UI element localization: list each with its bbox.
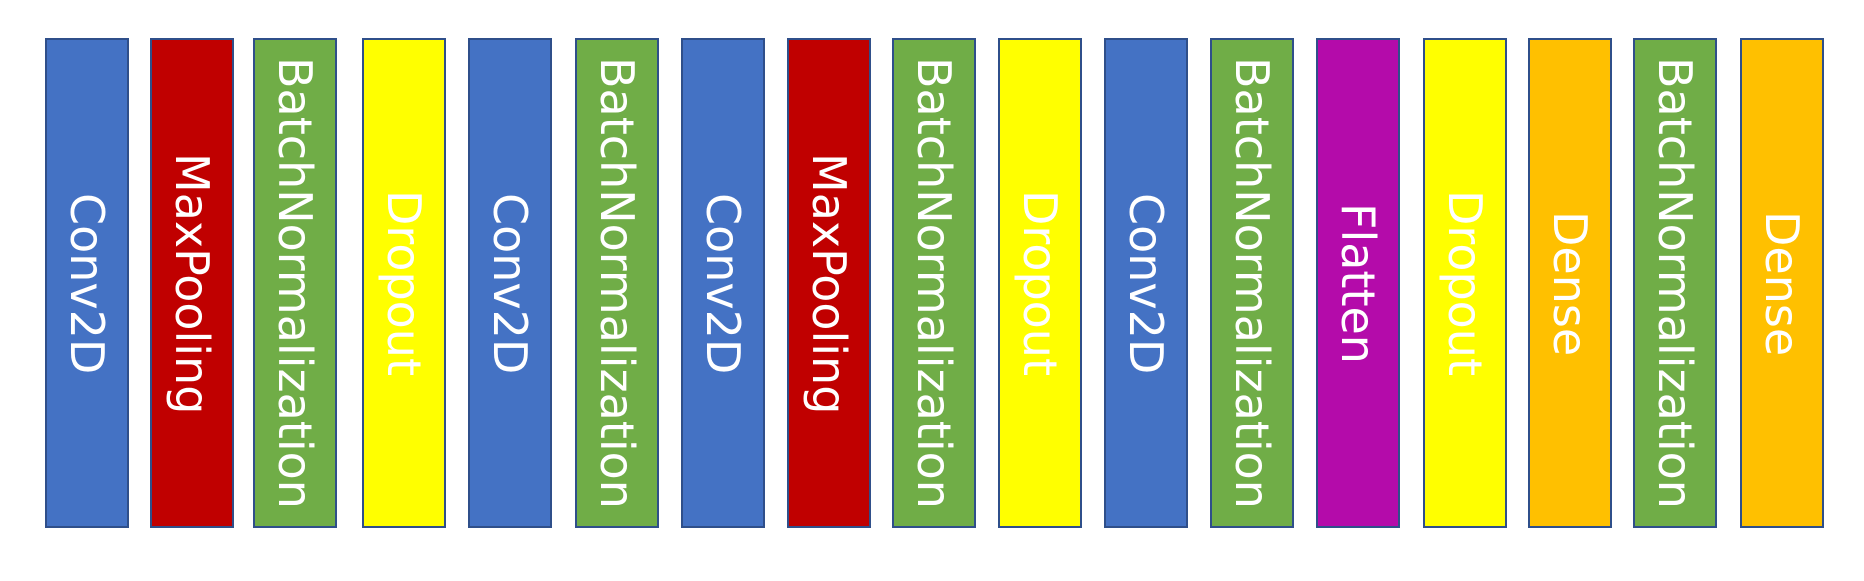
- layer-label: BatchNormalization: [268, 57, 322, 509]
- layer-label: BatchNormalization: [907, 57, 961, 509]
- layer-label: Conv2D: [1119, 192, 1173, 374]
- layer-block-3: BatchNormalization: [253, 38, 337, 528]
- layer-label: MaxPooling: [165, 152, 219, 414]
- layer-block-17: Dense: [1740, 38, 1824, 528]
- layer-label: Dense: [1543, 210, 1597, 356]
- layer-label: Conv2D: [60, 192, 114, 374]
- layer-block-7: Conv2D: [681, 38, 765, 528]
- layer-label: Flatten: [1331, 202, 1385, 364]
- layer-stack-diagram: Conv2D MaxPooling BatchNormalization Dro…: [0, 0, 1864, 581]
- layer-label: Dropout: [377, 190, 431, 376]
- layer-label: BatchNormalization: [1648, 57, 1702, 509]
- layer-block-10: Dropout: [998, 38, 1082, 528]
- layer-label: Dropout: [1013, 190, 1067, 376]
- layer-block-4: Dropout: [362, 38, 446, 528]
- layer-block-9: BatchNormalization: [892, 38, 976, 528]
- layer-block-2: MaxPooling: [150, 38, 234, 528]
- layer-label: Conv2D: [696, 192, 750, 374]
- layer-block-6: BatchNormalization: [575, 38, 659, 528]
- layer-label: Dropout: [1438, 190, 1492, 376]
- layer-label: Dense: [1755, 210, 1809, 356]
- layer-block-5: Conv2D: [468, 38, 552, 528]
- layer-label: Conv2D: [483, 192, 537, 374]
- layer-block-11: Conv2D: [1104, 38, 1188, 528]
- layer-block-13: Flatten: [1316, 38, 1400, 528]
- layer-label: BatchNormalization: [590, 57, 644, 509]
- layer-block-1: Conv2D: [45, 38, 129, 528]
- layer-block-15: Dense: [1528, 38, 1612, 528]
- layer-block-14: Dropout: [1423, 38, 1507, 528]
- layer-block-12: BatchNormalization: [1210, 38, 1294, 528]
- layer-label: MaxPooling: [802, 152, 856, 414]
- layer-label: BatchNormalization: [1225, 57, 1279, 509]
- layer-block-16: BatchNormalization: [1633, 38, 1717, 528]
- layer-block-8: MaxPooling: [787, 38, 871, 528]
